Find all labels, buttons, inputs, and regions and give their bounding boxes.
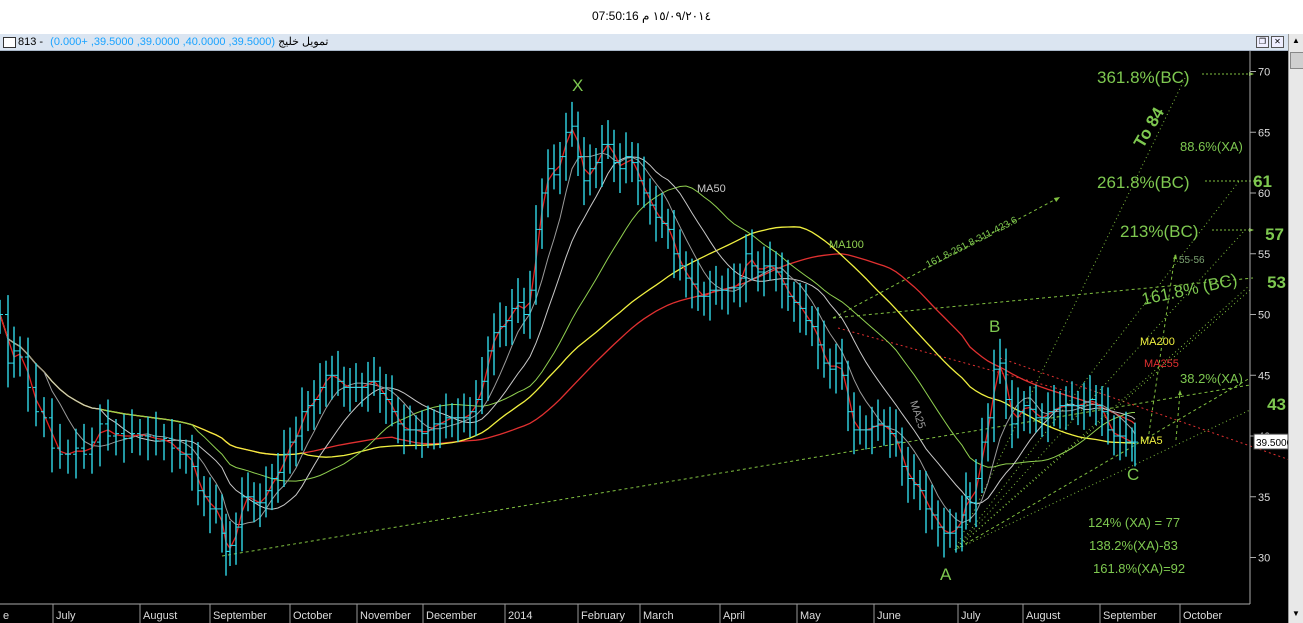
wave-label-b: B (989, 317, 1000, 336)
x-tick-label: October (1183, 610, 1222, 622)
scroll-thumb[interactable] (1290, 52, 1303, 69)
x-tick-label: October (293, 610, 332, 622)
y-tick-label: 70 (1258, 67, 1270, 79)
x-tick-label: February (581, 610, 626, 622)
x-tick-label: May (800, 610, 821, 622)
label-ma200: MA200 (1140, 336, 1175, 348)
x-tick-label: August (1026, 610, 1060, 622)
y-tick-label: 60 (1258, 188, 1270, 200)
top-bar: 07:50:16 ١٥/٠٩/٢٠١٤ م (0, 0, 1303, 34)
fib-361-bc: 361.8%(BC) (1097, 68, 1190, 87)
clock: 07:50:16 ١٥/٠٩/٢٠١٤ م (591, 9, 712, 23)
x-tick-label: December (426, 610, 477, 622)
x-tick-label: April (723, 610, 745, 622)
scroll-up-icon[interactable]: ▲ (1291, 36, 1301, 46)
scroll-down-icon[interactable]: ▼ (1291, 609, 1301, 619)
x-tick-label: 2014 (508, 610, 532, 622)
bottom-138-xa: 138.2%(XA)-83 (1089, 538, 1178, 553)
y-tick-label: 35 (1258, 492, 1270, 504)
wave-label-x: X (572, 76, 583, 95)
target-43: 43 (1267, 395, 1286, 414)
y-tick-label: 65 (1258, 127, 1270, 139)
x-tick-label: March (643, 610, 674, 622)
y-tick-label: 30 (1258, 553, 1270, 565)
x-tick-label: August (143, 610, 177, 622)
bottom-161-xa: 161.8%(XA)=92 (1093, 561, 1185, 576)
x-tick-label: September (1103, 610, 1157, 622)
label-ma5: MA5 (1140, 435, 1163, 447)
x-tick-label: June (877, 610, 901, 622)
fib-88-xa: 88.6%(XA) (1180, 139, 1243, 154)
bottom-124-xa: 124% (XA) = 77 (1088, 515, 1180, 530)
y-tick-label: 45 (1258, 370, 1270, 382)
chart-window: 813 - تمويل خليج (39.5000, 40.0000, 39.0… (0, 34, 1303, 623)
label-55-56: 55-56 (1179, 255, 1205, 266)
price-chart[interactable]: MA5MA25MA50MA100MA200MA255XABC361.8%(BC)… (0, 34, 1288, 623)
x-tick-label: September (213, 610, 267, 622)
target-53: 53 (1267, 273, 1286, 292)
label-ma100: MA100 (829, 239, 864, 251)
wave-label-a: A (940, 565, 952, 584)
fib-213-bc: 213%(BC) (1120, 222, 1198, 241)
y-tick-label: 50 (1258, 310, 1270, 322)
label-ma50: MA50 (697, 183, 726, 195)
fib-38-xa: 38.2%(XA) (1180, 371, 1243, 386)
x-tick-label: e (3, 610, 9, 622)
last-price-label: 39.5000 (1256, 438, 1288, 449)
x-tick-label: July (961, 610, 981, 622)
x-tick-label: July (56, 610, 76, 622)
target-57: 57 (1265, 225, 1284, 244)
y-tick-label: 55 (1258, 249, 1270, 261)
wave-label-c: C (1127, 465, 1139, 484)
fib-261-bc: 261.8%(BC) (1097, 173, 1190, 192)
label-ma255: MA255 (1144, 358, 1179, 370)
x-tick-label: November (360, 610, 411, 622)
vertical-scrollbar[interactable]: ▲ ▼ (1288, 34, 1303, 623)
